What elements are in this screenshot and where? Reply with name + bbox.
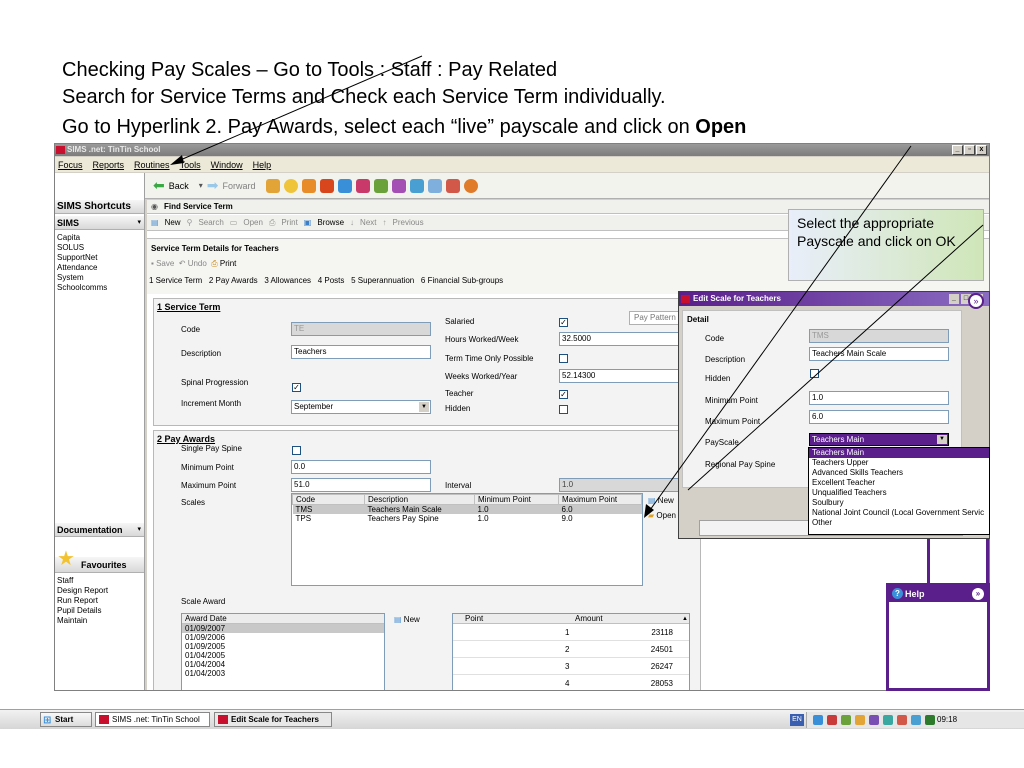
tray-monitor-icon[interactable] <box>911 715 921 725</box>
clock: 09:18 <box>937 715 958 724</box>
tools-arrow-head <box>170 155 184 165</box>
payscale-arrow-line <box>687 224 984 491</box>
tray-antivirus-icon[interactable] <box>883 715 893 725</box>
sims-app-icon <box>218 715 228 724</box>
tray-update-icon[interactable] <box>841 715 851 725</box>
task-edit-scale[interactable]: Edit Scale for Teachers <box>214 712 332 727</box>
language-indicator[interactable]: EN <box>790 714 804 726</box>
tray-signal-icon[interactable] <box>925 715 935 725</box>
windows-taskbar: ⊞ Start SIMS .net: TinTin School Edit Sc… <box>0 709 1024 729</box>
task-sims-main-label: SIMS .net: TinTin School <box>112 715 200 724</box>
tray-people-icon[interactable] <box>897 715 907 725</box>
task-sims-main[interactable]: SIMS .net: TinTin School <box>95 712 210 727</box>
annotation-arrows <box>170 55 984 518</box>
windows-logo-icon: ⊞ <box>43 715 52 726</box>
tray-sync-icon[interactable] <box>855 715 865 725</box>
tray-shield-icon[interactable] <box>869 715 879 725</box>
tray-network-icon[interactable] <box>813 715 823 725</box>
open-arrow-line <box>649 145 912 511</box>
start-label: Start <box>55 715 74 724</box>
sims-app-icon <box>99 715 109 724</box>
tray-security-icon[interactable] <box>827 715 837 725</box>
tools-arrow-line <box>177 55 423 162</box>
start-button[interactable]: ⊞ Start <box>40 712 92 727</box>
system-tray: 09:18 <box>806 712 1024 728</box>
task-edit-scale-label: Edit Scale for Teachers <box>231 715 319 724</box>
